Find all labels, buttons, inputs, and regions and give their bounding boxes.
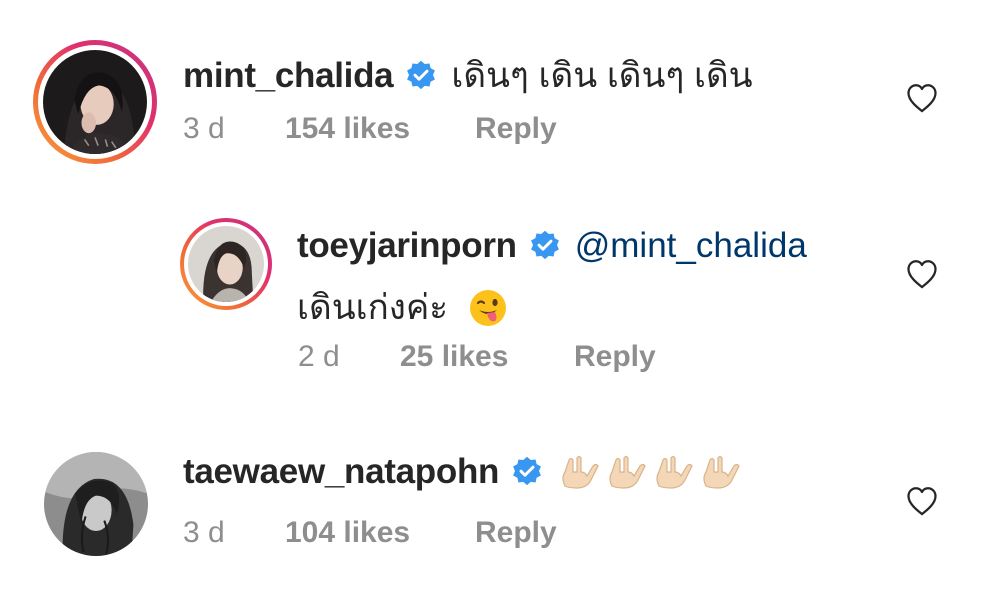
love-you-gesture-icon <box>656 455 693 489</box>
comment-likes-count[interactable]: 104 likes <box>285 516 475 550</box>
love-you-gesture-icon <box>609 455 646 489</box>
avatar-photo <box>44 452 148 556</box>
avatar[interactable] <box>44 452 148 556</box>
verified-badge-icon <box>513 456 542 486</box>
love-you-gesture-icon <box>562 455 599 489</box>
heart-outline-icon[interactable] <box>904 483 940 519</box>
avatar[interactable] <box>33 40 157 164</box>
comment-username[interactable]: mint_chalida <box>183 56 394 96</box>
heart-outline-icon[interactable] <box>904 256 940 292</box>
avatar-photo <box>43 50 147 154</box>
avatar[interactable] <box>180 218 272 310</box>
reply-button[interactable]: Reply <box>574 340 656 374</box>
comment-emoji-group <box>557 452 742 492</box>
verified-badge-icon <box>530 230 559 260</box>
comment-username[interactable]: taewaew_natapohn <box>183 452 499 492</box>
reply-button[interactable]: Reply <box>475 112 557 146</box>
mention-link[interactable]: @mint_chalida <box>575 226 807 266</box>
comment-timestamp: 3 d <box>183 112 225 145</box>
comments-list: mint_chalida เดินๆ เดิน เดินๆ เดิน 3 d 1… <box>0 0 1000 598</box>
comment-timestamp: 2 d <box>298 340 340 373</box>
comment-likes-count[interactable]: 154 likes <box>285 112 475 146</box>
comment-text: เดินเก่งค่ะ <box>297 288 449 327</box>
comment-text: เดินๆ เดิน เดินๆ เดิน <box>451 56 753 95</box>
avatar-photo <box>188 226 264 302</box>
verified-badge-icon <box>407 60 436 89</box>
heart-outline-icon[interactable] <box>904 80 940 116</box>
comment-timestamp: 3 d <box>183 516 225 549</box>
winking-face-with-tongue-icon <box>470 289 507 326</box>
love-you-gesture-icon <box>703 455 740 489</box>
comment-likes-count[interactable]: 25 likes <box>400 340 574 374</box>
comment-username[interactable]: toeyjarinporn <box>297 226 517 266</box>
reply-button[interactable]: Reply <box>475 516 557 550</box>
